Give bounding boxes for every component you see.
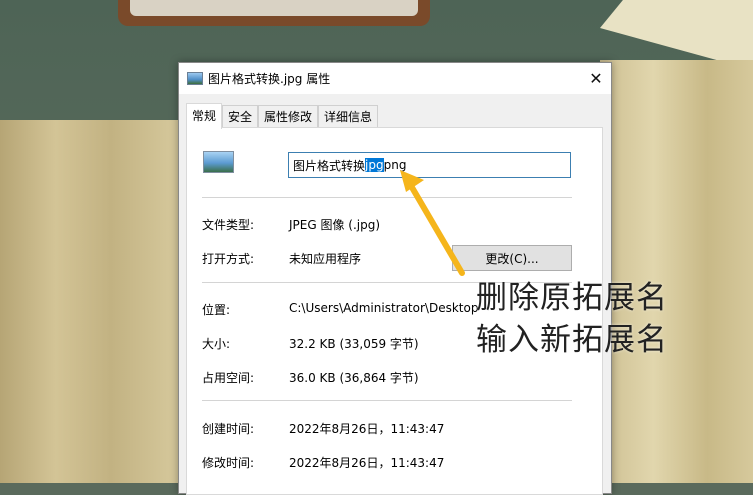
opens-with-value: 未知应用程序	[289, 252, 362, 266]
created-label: 创建时间:	[202, 422, 255, 436]
annotation-line-2: 输入新拓展名	[476, 322, 668, 358]
created-value: 2022年8月26日，11:43:47	[289, 422, 445, 436]
size-value: 32.2 KB (33,059 字节)	[289, 337, 419, 351]
window-title: 图片格式转换.jpg 属性	[208, 72, 331, 86]
size-label: 大小:	[202, 337, 231, 351]
divider	[202, 197, 572, 198]
size-on-disk-value: 36.0 KB (36,864 字节)	[289, 371, 419, 385]
tab-general[interactable]: 常规	[186, 103, 223, 129]
modified-label: 修改时间:	[202, 456, 255, 470]
tab-security[interactable]: 安全	[222, 105, 259, 128]
tab-bar: 常规 安全 属性修改 详细信息	[186, 103, 379, 129]
file-type-value: JPEG 图像 (.jpg)	[289, 218, 381, 232]
filename-prefix: 图片格式转换	[293, 158, 366, 173]
title-bar[interactable]: 图片格式转换.jpg 属性 ✕	[179, 63, 611, 94]
location-value: C:\Users\Administrator\Desktop	[289, 301, 479, 315]
filename-input[interactable]: 图片格式转换 jpg png	[288, 152, 571, 178]
opens-with-label: 打开方式:	[202, 252, 255, 266]
filename-selected-extension: jpg	[365, 158, 384, 172]
change-button[interactable]: 更改(C)...	[452, 245, 572, 271]
divider	[202, 400, 572, 401]
annotation-line-1: 删除原拓展名	[476, 280, 668, 316]
location-label: 位置:	[202, 303, 231, 317]
file-type-label: 文件类型:	[202, 218, 255, 232]
size-on-disk-label: 占用空间:	[202, 371, 255, 385]
image-file-icon	[187, 72, 203, 85]
tab-details[interactable]: 详细信息	[318, 105, 379, 128]
tab-attribute-edit[interactable]: 属性修改	[258, 105, 319, 128]
filename-suffix: png	[383, 158, 407, 172]
background-plank-left	[0, 120, 185, 483]
modified-value: 2022年8月26日，11:43:47	[289, 456, 445, 470]
close-button[interactable]: ✕	[581, 63, 611, 94]
background-frame-inner	[130, 0, 418, 16]
image-file-icon	[203, 151, 234, 173]
